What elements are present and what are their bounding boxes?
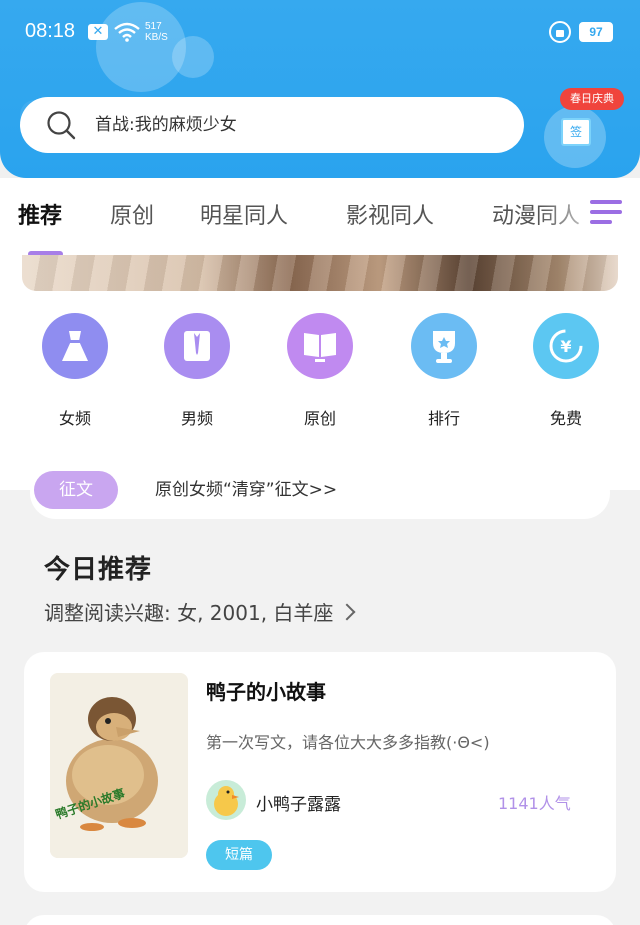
category-label: 女频 xyxy=(58,409,91,428)
category-label: 原创 xyxy=(303,409,336,428)
duckling-illustration xyxy=(50,673,188,858)
banner-carousel[interactable] xyxy=(22,255,618,291)
dress-icon xyxy=(42,313,108,379)
popularity-count: 1141人气 xyxy=(498,794,571,813)
category-original[interactable]: 原创 xyxy=(270,313,370,429)
contest-notice[interactable]: 征文 原创女频“清穿”征文>> xyxy=(30,467,610,519)
status-bar: 08:18 ✕ 517 KB/S 97 xyxy=(0,0,640,66)
network-speed-unit: KB/S xyxy=(145,32,168,43)
story-title: 鸭子的小故事 xyxy=(206,680,326,704)
contest-text: 原创女频“清穿”征文>> xyxy=(155,480,338,500)
tab-original[interactable]: 原创 xyxy=(110,198,154,230)
category-male[interactable]: 男频 xyxy=(147,313,247,429)
tab-film-fanfic[interactable]: 影视同人 xyxy=(346,198,434,230)
category-ranking[interactable]: 排行 xyxy=(394,313,494,429)
yuan-icon: ¥ xyxy=(533,313,599,379)
gift-label: 签 xyxy=(569,125,582,139)
story-description: 第一次写文，请各位大大多多指教(·Θ<) xyxy=(206,733,490,752)
battery-indicator: 97 xyxy=(579,22,613,42)
section-subtitle: 调整阅读兴趣: 女, 2001, 白羊座 xyxy=(44,601,334,625)
section-title: 今日推荐 xyxy=(44,555,153,585)
genre-badge: 短篇 xyxy=(206,840,272,870)
category-tabs: 推荐 原创 明星同人 影视同人 动漫同人 xyxy=(0,178,640,263)
book-icon xyxy=(287,313,353,379)
notification-x-icon: ✕ xyxy=(88,24,108,40)
rotation-lock-icon xyxy=(549,21,571,43)
next-story-card[interactable] xyxy=(24,915,616,925)
story-card[interactable]: 鸭子的小故事 鸭子的小故事 第一次写文，请各位大大多多指教(·Θ<) 小鸭子露露… xyxy=(24,652,616,892)
chevron-right-icon xyxy=(338,603,356,621)
category-female[interactable]: 女频 xyxy=(25,313,125,429)
status-time: 08:18 xyxy=(25,20,76,42)
category-label: 男频 xyxy=(180,409,213,428)
tab-recommend[interactable]: 推荐 xyxy=(18,198,62,230)
category-free[interactable]: ¥ 免费 xyxy=(516,313,616,429)
category-label: 排行 xyxy=(427,409,460,428)
avatar xyxy=(206,780,246,820)
search-placeholder: 首战:我的麻烦少女 xyxy=(95,115,237,135)
adjust-interest-link[interactable]: 调整阅读兴趣: 女, 2001, 白羊座 xyxy=(44,597,356,626)
author-name: 小鸭子露露 xyxy=(256,795,341,815)
wifi-icon xyxy=(114,22,140,42)
event-badge: 春日庆典 xyxy=(560,88,624,110)
book-cover: 鸭子的小故事 xyxy=(50,673,188,858)
shirt-icon xyxy=(164,313,230,379)
menu-icon[interactable] xyxy=(590,200,622,230)
svg-text:¥: ¥ xyxy=(560,337,571,356)
tab-celebrity-fanfic[interactable]: 明星同人 xyxy=(200,198,288,230)
trophy-icon xyxy=(411,313,477,379)
category-label: 免费 xyxy=(549,409,582,428)
network-speed-value: 517 xyxy=(145,21,162,32)
search-icon xyxy=(47,111,76,140)
network-speed: 517 KB/S xyxy=(145,21,168,43)
gift-icon: 签 xyxy=(561,118,591,146)
daily-checkin-button[interactable]: 春日庆典 签 xyxy=(544,88,624,170)
contest-tag: 征文 xyxy=(34,471,118,509)
search-bar[interactable]: 首战:我的麻烦少女 xyxy=(20,97,524,153)
